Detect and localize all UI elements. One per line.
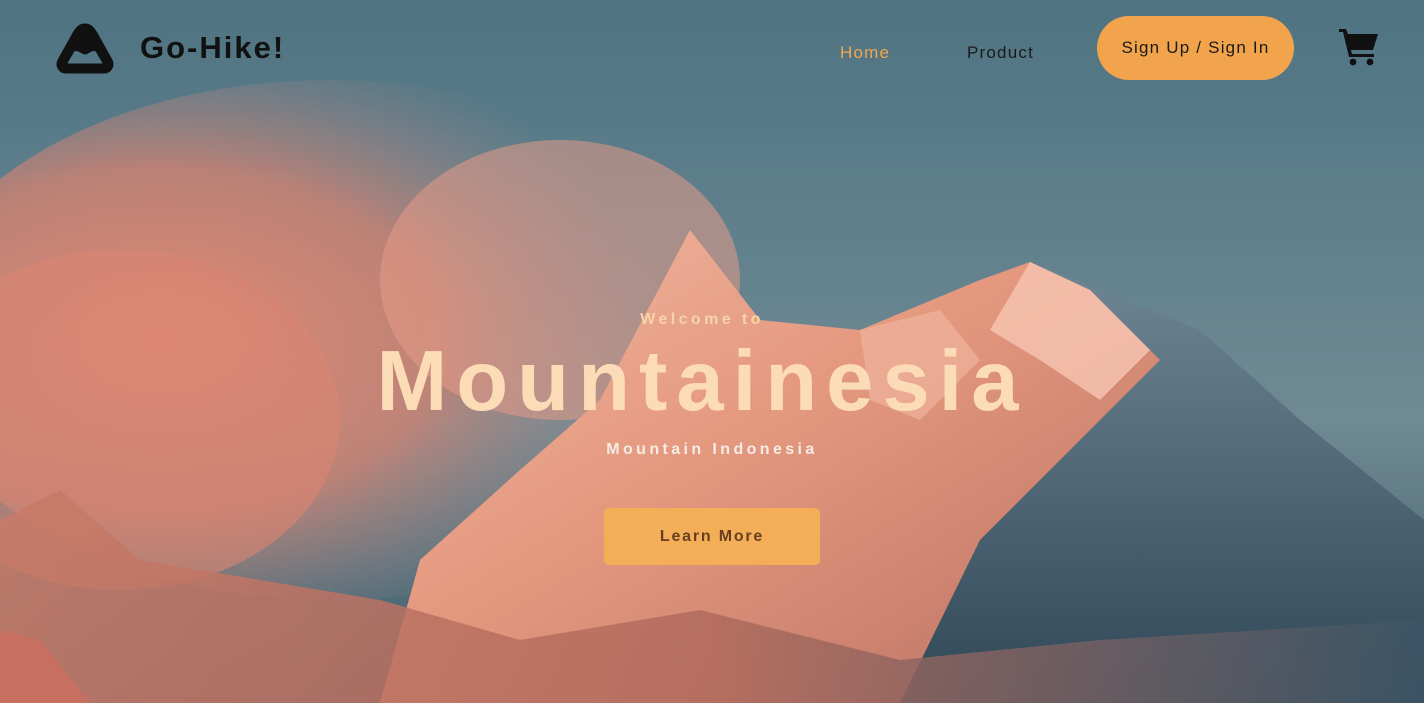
navbar: Go-Hike! Home Product Sign Up / Sign In bbox=[0, 0, 1424, 96]
brand-name[interactable]: Go-Hike! bbox=[140, 30, 285, 66]
hero-welcome-text: Welcome to bbox=[640, 311, 764, 328]
nav-link-product[interactable]: Product bbox=[967, 43, 1034, 63]
triangle-logo-icon[interactable] bbox=[52, 18, 118, 78]
hero-subline: Mountain Indonesia bbox=[606, 441, 818, 458]
nav-link-home[interactable]: Home bbox=[840, 43, 890, 63]
shopping-cart-icon[interactable] bbox=[1338, 26, 1380, 66]
hero-headline: Mountainesia bbox=[376, 334, 1028, 429]
learn-more-button[interactable]: Learn More bbox=[604, 508, 820, 565]
hero-section: Go-Hike! Home Product Sign Up / Sign In … bbox=[0, 0, 1424, 703]
sign-up-sign-in-button[interactable]: Sign Up / Sign In bbox=[1097, 16, 1294, 80]
